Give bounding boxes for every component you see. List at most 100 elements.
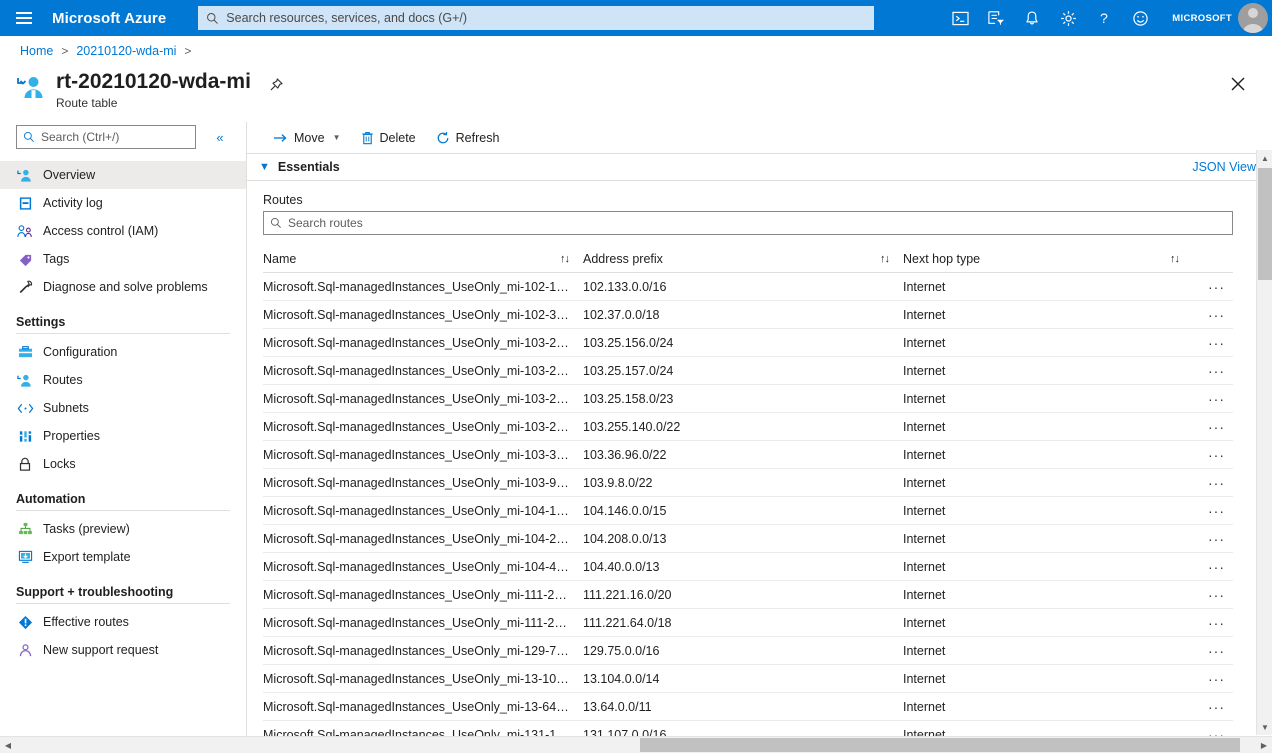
cell-route-name[interactable]: Microsoft.Sql-managedInstances_UseOnly_m… (263, 644, 583, 658)
cell-next-hop-type: Internet (903, 643, 946, 658)
table-row[interactable]: Microsoft.Sql-managedInstances_UseOnly_m… (263, 637, 1233, 665)
sidebar-item-locks[interactable]: Locks (0, 450, 246, 478)
help-icon[interactable]: ? (1086, 0, 1122, 36)
table-row[interactable]: Microsoft.Sql-managedInstances_UseOnly_m… (263, 693, 1233, 721)
cell-route-name[interactable]: Microsoft.Sql-managedInstances_UseOnly_m… (263, 560, 583, 574)
cell-route-name[interactable]: Microsoft.Sql-managedInstances_UseOnly_m… (263, 588, 583, 602)
chevron-down-icon[interactable]: ▼ (259, 161, 270, 173)
close-icon[interactable] (1224, 70, 1252, 98)
row-context-menu-icon[interactable]: ··· (1193, 363, 1233, 379)
table-row[interactable]: Microsoft.Sql-managedInstances_UseOnly_m… (263, 273, 1233, 301)
table-row[interactable]: Microsoft.Sql-managedInstances_UseOnly_m… (263, 413, 1233, 441)
cell-route-name[interactable]: Microsoft.Sql-managedInstances_UseOnly_m… (263, 476, 583, 490)
table-row[interactable]: Microsoft.Sql-managedInstances_UseOnly_m… (263, 497, 1233, 525)
table-row[interactable]: Microsoft.Sql-managedInstances_UseOnly_m… (263, 301, 1233, 329)
global-search-input[interactable]: Search resources, services, and docs (G+… (198, 6, 875, 30)
json-view-link[interactable]: JSON View (1192, 160, 1256, 174)
sort-icon[interactable]: ↑↓ (1170, 253, 1193, 265)
sidebar-item-export-template[interactable]: Export template (0, 543, 246, 571)
table-row[interactable]: Microsoft.Sql-managedInstances_UseOnly_m… (263, 385, 1233, 413)
column-header-name[interactable]: Name ↑↓ (263, 252, 583, 266)
row-context-menu-icon[interactable]: ··· (1193, 475, 1233, 491)
sidebar-item-tags[interactable]: Tags (0, 245, 246, 273)
double-chevron-left-icon[interactable]: « (206, 125, 234, 149)
sidebar-item-configuration[interactable]: Configuration (0, 338, 246, 366)
table-row[interactable]: Microsoft.Sql-managedInstances_UseOnly_m… (263, 329, 1233, 357)
vertical-scrollbar-thumb[interactable] (1258, 168, 1272, 280)
chevron-down-icon[interactable]: ▼ (333, 133, 341, 142)
cell-route-name[interactable]: Microsoft.Sql-managedInstances_UseOnly_m… (263, 504, 583, 518)
hamburger-icon[interactable] (0, 0, 48, 36)
cell-route-name[interactable]: Microsoft.Sql-managedInstances_UseOnly_m… (263, 420, 583, 434)
scroll-left-arrow-icon[interactable]: ◀ (0, 737, 16, 753)
feedback-smiley-icon[interactable] (1122, 0, 1158, 36)
table-row[interactable]: Microsoft.Sql-managedInstances_UseOnly_m… (263, 469, 1233, 497)
cell-route-name[interactable]: Microsoft.Sql-managedInstances_UseOnly_m… (263, 280, 583, 294)
row-context-menu-icon[interactable]: ··· (1193, 615, 1233, 631)
row-context-menu-icon[interactable]: ··· (1193, 531, 1233, 547)
row-context-menu-icon[interactable]: ··· (1193, 643, 1233, 659)
sidebar-search-input[interactable]: Search (Ctrl+/) (16, 125, 196, 149)
delete-button[interactable]: Delete (353, 124, 424, 152)
scroll-right-arrow-icon[interactable]: ▶ (1256, 737, 1272, 753)
table-row[interactable]: Microsoft.Sql-managedInstances_UseOnly_m… (263, 553, 1233, 581)
cell-route-name[interactable]: Microsoft.Sql-managedInstances_UseOnly_m… (263, 700, 583, 714)
sort-icon[interactable]: ↑↓ (880, 253, 903, 265)
cell-route-name[interactable]: Microsoft.Sql-managedInstances_UseOnly_m… (263, 616, 583, 630)
breadcrumb-item-resource-group[interactable]: 20210120-wda-mi (76, 44, 176, 58)
directory-filter-icon[interactable] (978, 0, 1014, 36)
cloud-shell-icon[interactable] (942, 0, 978, 36)
cell-route-name[interactable]: Microsoft.Sql-managedInstances_UseOnly_m… (263, 308, 583, 322)
sidebar-item-routes[interactable]: Routes (0, 366, 246, 394)
cell-route-name[interactable]: Microsoft.Sql-managedInstances_UseOnly_m… (263, 672, 583, 686)
cell-route-name[interactable]: Microsoft.Sql-managedInstances_UseOnly_m… (263, 392, 583, 406)
row-context-menu-icon[interactable]: ··· (1193, 279, 1233, 295)
cell-route-name[interactable]: Microsoft.Sql-managedInstances_UseOnly_m… (263, 448, 583, 462)
table-row[interactable]: Microsoft.Sql-managedInstances_UseOnly_m… (263, 665, 1233, 693)
horizontal-scrollbar-thumb[interactable] (640, 738, 1240, 752)
cell-route-name[interactable]: Microsoft.Sql-managedInstances_UseOnly_m… (263, 532, 583, 546)
table-row[interactable]: Microsoft.Sql-managedInstances_UseOnly_m… (263, 581, 1233, 609)
cell-route-name[interactable]: Microsoft.Sql-managedInstances_UseOnly_m… (263, 364, 583, 378)
scroll-down-arrow-icon[interactable]: ▼ (1257, 719, 1272, 735)
row-context-menu-icon[interactable]: ··· (1193, 447, 1233, 463)
row-context-menu-icon[interactable]: ··· (1193, 559, 1233, 575)
sidebar-item-effective-routes[interactable]: Effective routes (0, 608, 246, 636)
table-row[interactable]: Microsoft.Sql-managedInstances_UseOnly_m… (263, 525, 1233, 553)
horizontal-scrollbar[interactable]: ◀ ▶ (0, 736, 1272, 753)
row-context-menu-icon[interactable]: ··· (1193, 419, 1233, 435)
settings-gear-icon[interactable] (1050, 0, 1086, 36)
scroll-up-arrow-icon[interactable]: ▲ (1257, 150, 1272, 166)
row-context-menu-icon[interactable]: ··· (1193, 391, 1233, 407)
move-button[interactable]: Move ▼ (265, 124, 349, 152)
vertical-scrollbar[interactable]: ▲ ▼ (1256, 150, 1272, 735)
search-routes-input[interactable]: Search routes (263, 211, 1233, 235)
table-row[interactable]: Microsoft.Sql-managedInstances_UseOnly_m… (263, 441, 1233, 469)
row-context-menu-icon[interactable]: ··· (1193, 307, 1233, 323)
row-context-menu-icon[interactable]: ··· (1193, 587, 1233, 603)
row-context-menu-icon[interactable]: ··· (1193, 671, 1233, 687)
sidebar-item-properties[interactable]: Properties (0, 422, 246, 450)
row-context-menu-icon[interactable]: ··· (1193, 503, 1233, 519)
azure-brand-label[interactable]: Microsoft Azure (52, 10, 166, 27)
table-row[interactable]: Microsoft.Sql-managedInstances_UseOnly_m… (263, 357, 1233, 385)
sidebar-item-diagnose[interactable]: Diagnose and solve problems (0, 273, 246, 301)
sort-icon[interactable]: ↑↓ (560, 253, 583, 265)
notifications-bell-icon[interactable] (1014, 0, 1050, 36)
sidebar-item-access-control[interactable]: Access control (IAM) (0, 217, 246, 245)
cell-route-name[interactable]: Microsoft.Sql-managedInstances_UseOnly_m… (263, 336, 583, 350)
sidebar-item-tasks[interactable]: Tasks (preview) (0, 515, 246, 543)
row-context-menu-icon[interactable]: ··· (1193, 335, 1233, 351)
sidebar-item-overview[interactable]: Overview (0, 161, 246, 189)
row-context-menu-icon[interactable]: ··· (1193, 699, 1233, 715)
column-header-next-hop-type[interactable]: Next hop type ↑↓ (903, 252, 1193, 266)
table-row[interactable]: Microsoft.Sql-managedInstances_UseOnly_m… (263, 609, 1233, 637)
refresh-button[interactable]: Refresh (428, 124, 508, 152)
column-header-address-prefix[interactable]: Address prefix ↑↓ (583, 252, 903, 266)
pin-icon[interactable] (265, 74, 287, 96)
sidebar-item-new-support-request[interactable]: New support request (0, 636, 246, 664)
avatar[interactable] (1238, 3, 1268, 33)
sidebar-item-subnets[interactable]: Subnets (0, 394, 246, 422)
sidebar-item-activity-log[interactable]: Activity log (0, 189, 246, 217)
breadcrumb-item-home[interactable]: Home (20, 44, 53, 58)
